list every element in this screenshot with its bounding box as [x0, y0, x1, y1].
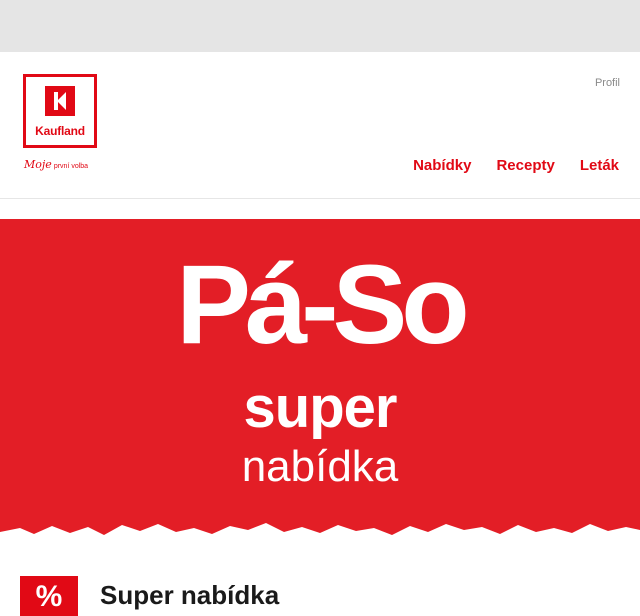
nav-item-nabidky[interactable]: Nabídky — [413, 157, 471, 174]
site-header: Kaufland Moje první volba Profil Nabídky … — [0, 52, 640, 199]
hero-banner[interactable]: Pá-So super nabídka — [0, 219, 640, 539]
main-nav: Nabídky Recepty Leták — [413, 157, 619, 174]
hero-title: Pá-So — [176, 242, 469, 367]
hero-line-super: super — [243, 375, 398, 440]
browser-top-strip — [0, 0, 640, 52]
profile-link[interactable]: Profil — [595, 77, 620, 89]
hero-line-nabidka: nabídka — [241, 442, 399, 491]
nav-item-recepty[interactable]: Recepty — [496, 157, 554, 174]
percent-badge-icon: % — [20, 576, 78, 616]
tagline-script: Moje — [24, 158, 52, 171]
torn-paper-edge — [0, 523, 640, 550]
kaufland-logo[interactable]: Kaufland — [23, 74, 97, 148]
logo-wordmark: Kaufland — [35, 124, 85, 138]
kaufland-k-icon — [45, 86, 75, 116]
tagline-small: první volba — [53, 163, 89, 170]
tagline: Moje první volba — [24, 158, 88, 171]
section-title: Super nabídka — [100, 580, 280, 610]
nav-item-letak[interactable]: Leták — [580, 157, 619, 174]
